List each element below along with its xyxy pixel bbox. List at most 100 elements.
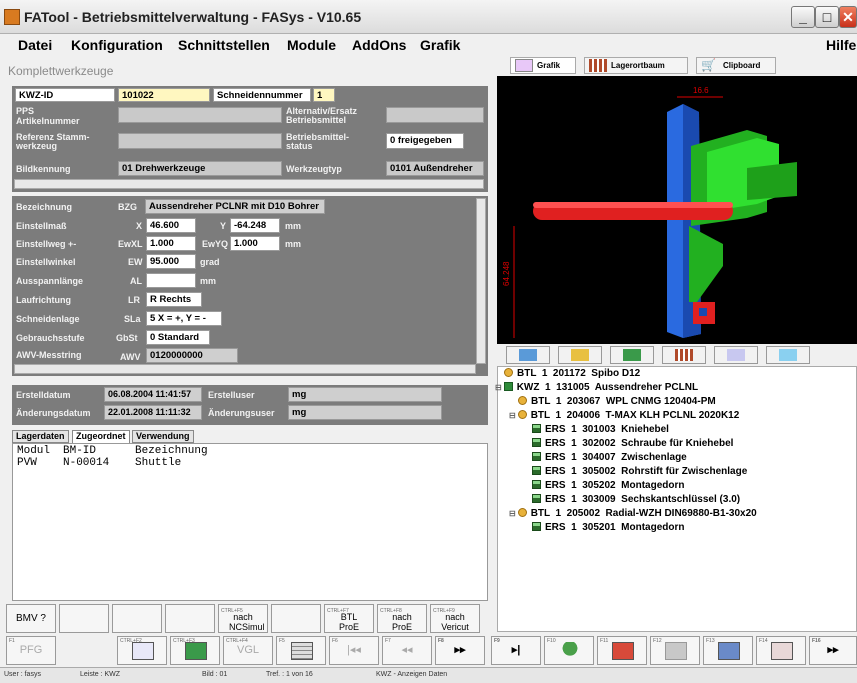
tab-zugeordnet[interactable]: Zugeordnet xyxy=(72,430,130,443)
toolbar-open-doc[interactable]: CTRL+F2 xyxy=(117,636,167,665)
tree-node[interactable]: ERS 1 305002 Rohrstift für Zwischenlage xyxy=(532,465,747,478)
menu-grafik[interactable]: Grafik xyxy=(420,37,460,53)
tree-node[interactable]: BTL 1 203067 WPL CNMG 120404-PM xyxy=(518,395,716,408)
toolbar-exit[interactable]: F14 xyxy=(756,636,806,665)
toolbar-prev[interactable]: F7 ◂◂ xyxy=(382,636,432,665)
form-horizontal-scrollbar[interactable] xyxy=(14,179,484,189)
ew-label: EW xyxy=(128,257,143,267)
toolbar-help[interactable]: F11 xyxy=(597,636,647,665)
tree-node-label: ERS 1 304007 Zwischenlage xyxy=(545,452,687,463)
ewxl-field[interactable]: 1.000 xyxy=(146,236,196,251)
y-field[interactable]: -64.248 xyxy=(230,218,280,233)
x-field[interactable]: 46.600 xyxy=(146,218,196,233)
details-horizontal-scrollbar[interactable] xyxy=(14,364,476,374)
schneidennummer-field[interactable]: 1 xyxy=(313,88,335,102)
tool-icon xyxy=(623,349,641,361)
fkey-vericut[interactable]: CTRL+F9 nach Vericut xyxy=(430,604,480,633)
tab-verwendung[interactable]: Verwendung xyxy=(132,430,194,443)
ew-field[interactable]: 95.000 xyxy=(146,254,196,269)
fkey-nach-proe[interactable]: CTRL+F8 nach ProE xyxy=(377,604,427,633)
kwz-id-field[interactable]: 101022 xyxy=(118,88,210,102)
toolbar-last[interactable]: F9 ▸| xyxy=(491,636,541,665)
toolbar-first[interactable]: F6 |◂◂ xyxy=(329,636,379,665)
tab-lagerdaten[interactable]: Lagerdaten xyxy=(12,430,69,443)
toolbar-vgl[interactable]: CTRL+F4 VGL xyxy=(223,636,273,665)
tree-node-label: ERS 1 301003 Kniehebel xyxy=(545,424,669,435)
tab-clipboard[interactable]: 🛒 Clipboard xyxy=(696,57,776,74)
toolbar-blank[interactable]: F12 xyxy=(650,636,700,665)
menu-konfiguration[interactable]: Konfiguration xyxy=(71,37,163,53)
tree-node[interactable]: ERS 1 305201 Montagedorn xyxy=(532,521,685,534)
col-modul[interactable]: Modul xyxy=(17,445,50,457)
referenz-field[interactable] xyxy=(118,133,282,149)
werkzeugtyp-field[interactable]: 0101 Außendreher xyxy=(386,161,484,176)
fkey-btl-proe[interactable]: CTRL+F7 BTL ProE xyxy=(324,604,374,633)
gebrauchsstufe-field[interactable]: 0 Standard xyxy=(146,330,210,345)
tree-node[interactable]: ERS 1 302002 Schraube für Kniehebel xyxy=(532,437,733,450)
toolbar-tree[interactable]: F10 xyxy=(544,636,594,665)
tree-expander-icon[interactable]: ⊟ xyxy=(495,383,502,392)
awv-field[interactable]: 0120000000 xyxy=(146,348,238,363)
toolbar-calendar[interactable]: F13 xyxy=(703,636,753,665)
details-vertical-scrollbar[interactable] xyxy=(476,198,486,364)
toolbar-list[interactable]: CTRL+F3 xyxy=(170,636,220,665)
toolbar-next[interactable]: F8 ▸▸ xyxy=(435,636,485,665)
fkey-empty-3[interactable] xyxy=(165,604,215,633)
status-bar: User : fasys Leiste : KWZ Bild : 01 Tref… xyxy=(0,667,857,683)
minimize-button[interactable]: _ xyxy=(791,6,815,28)
bezeichnung-field[interactable]: Aussendreher PCLNR mit D10 Bohrer xyxy=(145,199,325,214)
menu-addons[interactable]: AddOns xyxy=(352,37,406,53)
tree-node[interactable]: ERS 1 305202 Montagedorn xyxy=(532,479,685,492)
tab-grafik[interactable]: Grafik xyxy=(510,57,576,74)
tab-lagerortbaum[interactable]: Lagerortbaum xyxy=(584,57,688,74)
tree-button-3[interactable] xyxy=(610,346,654,364)
close-button[interactable]: ✕ xyxy=(839,6,857,28)
schneidennummer-label: Schneidennummer xyxy=(213,88,311,102)
fkey-bmv[interactable]: BMV ? xyxy=(6,604,56,633)
pps-field[interactable] xyxy=(118,107,282,123)
toolbar-pfg[interactable]: F1 PFG xyxy=(6,636,56,665)
laufrichtung-field[interactable]: R Rechts xyxy=(146,292,202,307)
btl-icon xyxy=(504,368,513,377)
tree-node[interactable]: ERS 1 301003 Kniehebel xyxy=(532,423,669,436)
tree-node[interactable]: ⊟ BTL 1 205002 Radial-WZH DIN69880-B1-30x… xyxy=(509,507,757,520)
menu-module[interactable]: Module xyxy=(287,37,336,53)
fkey-empty-4[interactable] xyxy=(271,604,321,633)
ewyq-field[interactable]: 1.000 xyxy=(230,236,280,251)
tree-expander-icon[interactable]: ⊟ xyxy=(509,411,516,420)
tree-node[interactable]: ⊟ BTL 1 204006 T-MAX KLH PCLNL 2020K12 xyxy=(509,409,739,422)
tool-3d-drawing: 16.6 64.248 xyxy=(502,86,797,338)
tree-button-5[interactable] xyxy=(714,346,758,364)
schneidenlage-field[interactable]: 5 X = +, Y = - xyxy=(146,311,222,326)
tree-expander-icon[interactable]: ⊟ xyxy=(509,509,516,518)
tree-button-2[interactable] xyxy=(558,346,602,364)
menu-datei[interactable]: Datei xyxy=(18,37,52,53)
status-field[interactable]: 0 freigegeben xyxy=(386,133,464,149)
col-bm-id[interactable]: BM-ID xyxy=(63,445,96,457)
table-row[interactable]: PVW N-00014 Shuttle xyxy=(17,457,317,469)
tree-button-4[interactable] xyxy=(662,346,706,364)
maximize-button[interactable]: □ xyxy=(815,6,839,28)
fkey-empty-1[interactable] xyxy=(59,604,109,633)
tree-node[interactable]: ERS 1 304007 Zwischenlage xyxy=(532,451,687,464)
chart-icon xyxy=(515,59,533,72)
fkey-ncsimul[interactable]: CTRL+F5 nach NCSimul xyxy=(218,604,268,633)
tree-node[interactable]: ⊟ KWZ 1 131005 Aussendreher PCLNL xyxy=(495,381,698,394)
al-field[interactable] xyxy=(146,273,196,288)
col-bezeichnung[interactable]: Bezeichnung xyxy=(135,445,208,457)
tree-button-1[interactable] xyxy=(506,346,550,364)
tree-node[interactable]: ERS 1 303009 Sechskantschlüssel (3.0) xyxy=(532,493,740,506)
toolbar-more[interactable]: F16 ▸▸ xyxy=(809,636,857,665)
bildkennung-field[interactable]: 01 Drehwerkzeuge xyxy=(118,161,282,176)
sla-label: SLa xyxy=(124,314,141,324)
menu-schnittstellen[interactable]: Schnittstellen xyxy=(178,37,270,53)
tree-node[interactable]: BTL 1 201172 Spibo D12 xyxy=(504,367,640,380)
tool-3d-viewer[interactable]: 16.6 64.248 xyxy=(497,76,857,344)
toolbar-grid[interactable]: F5 xyxy=(276,636,326,665)
tree-button-6[interactable] xyxy=(766,346,810,364)
menu-hilfe[interactable]: Hilfe xyxy=(826,37,856,53)
alternativ-field[interactable] xyxy=(386,107,484,123)
fkey-empty-2[interactable] xyxy=(112,604,162,633)
exit-icon xyxy=(771,642,793,660)
section-title: Komplettwerkzeuge xyxy=(8,64,114,78)
